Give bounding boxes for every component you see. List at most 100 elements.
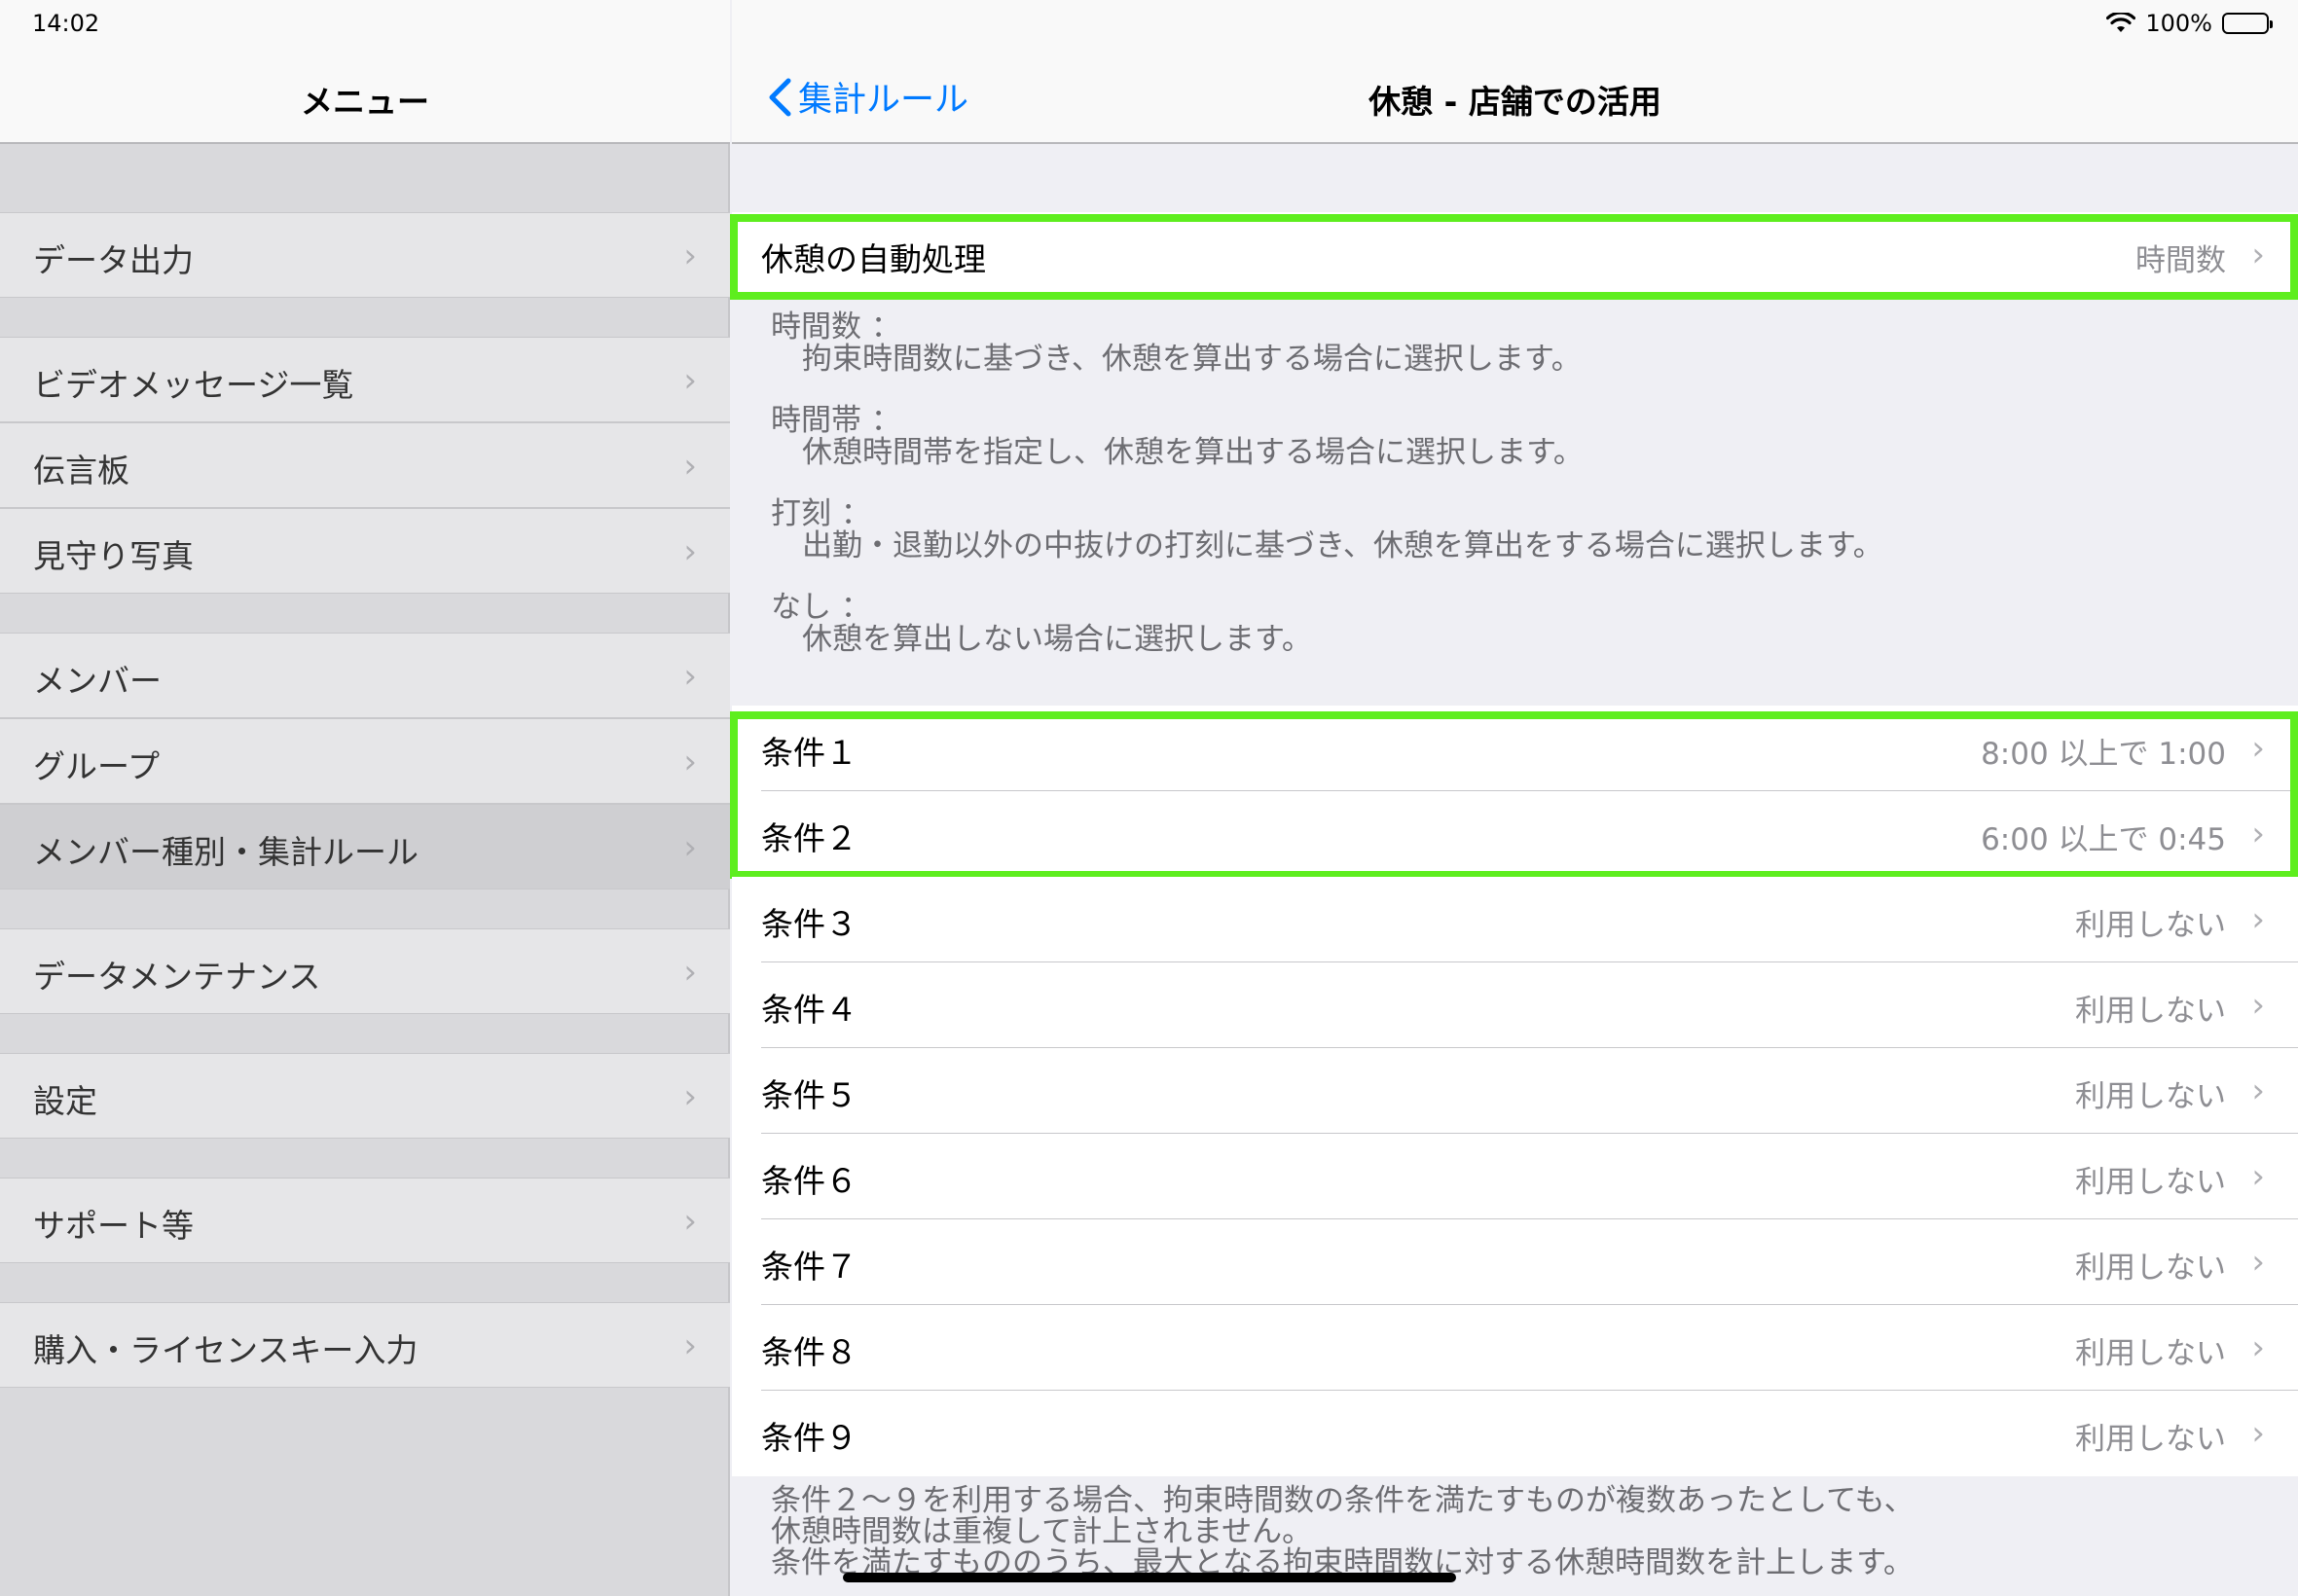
condition-row-5[interactable]: 条件５ 利用しない › <box>732 1048 2298 1134</box>
menu-item-label: 見守り写真 <box>33 537 194 575</box>
chevron-right-icon: › <box>683 657 697 696</box>
row-value: 利用しない <box>2075 994 2226 1029</box>
row-value: 時間数 <box>2135 243 2226 278</box>
menu-item-label: 伝言板 <box>33 452 129 490</box>
condition-row-6[interactable]: 条件６ 利用しない › <box>732 1134 2298 1219</box>
menu-item-support[interactable]: サポート等 › <box>0 1178 730 1263</box>
menu-item-label: 設定 <box>33 1082 97 1120</box>
wifi-icon <box>2106 13 2136 32</box>
chevron-right-icon: › <box>683 1202 697 1241</box>
description-body: 休憩時間帯を指定し、休憩を算出する場合に選択します。 <box>802 435 1584 470</box>
menu-item-label: データ出力 <box>33 241 194 279</box>
menu-item-label: グループ <box>33 747 161 785</box>
row-label: 休憩の自動処理 <box>761 240 986 278</box>
chevron-right-icon: › <box>2251 1414 2265 1453</box>
row-value: 6:00 以上で 0:45 <box>1981 822 2226 857</box>
chevron-right-icon: › <box>2251 815 2265 853</box>
chevron-right-icon: › <box>683 361 697 400</box>
detail-nav-bar: 集計ルール 休憩 - 店舗での活用 <box>732 0 2298 144</box>
description-timeslot: 時間帯 ： 休憩時間帯を指定し、休憩を算出する場合に選択します。 <box>771 405 1584 469</box>
chevron-right-icon: › <box>2251 900 2265 939</box>
master-nav-bar: メニュー <box>0 0 730 144</box>
description-heading: 打刻 ： <box>771 496 871 531</box>
chevron-right-icon: › <box>683 1326 697 1365</box>
row-value: 8:00 以上で 1:00 <box>1981 737 2226 772</box>
menu-item-message-board[interactable]: 伝言板 › <box>0 422 730 508</box>
row-label: 条件６ <box>761 1162 857 1200</box>
description-heading: 時間帯 ： <box>771 403 901 438</box>
row-label: 条件９ <box>761 1419 857 1457</box>
condition-row-3[interactable]: 条件３ 利用しない › <box>732 877 2298 962</box>
battery-percent: 100% <box>2145 10 2212 37</box>
status-time: 14:02 <box>32 10 100 37</box>
condition-row-4[interactable]: 条件４ 利用しない › <box>732 962 2298 1048</box>
footer-line: 条件２〜９を利用する場合、拘束時間数の条件を満たすものが複数あったとしても、 <box>771 1483 1915 1518</box>
chevron-right-icon: › <box>2251 236 2265 274</box>
battery-icon <box>2222 13 2273 34</box>
chevron-right-icon: › <box>683 1077 697 1116</box>
menu-item-label: メンバー種別・集計ルール <box>33 833 419 871</box>
description-heading: 時間数 ： <box>771 309 901 345</box>
row-label: 条件１ <box>761 734 857 772</box>
menu-item-label: ビデオメッセージ一覧 <box>33 366 354 404</box>
description-punch: 打刻 ： 出勤・退勤以外の中抜けの打刻に基づき、休憩を算出をする場合に選択します… <box>771 498 1883 562</box>
menu-item-label: サポート等 <box>33 1207 194 1245</box>
row-label: 条件２ <box>761 819 857 857</box>
chevron-right-icon: › <box>2251 729 2265 768</box>
home-indicator[interactable] <box>843 1573 1456 1582</box>
row-value: 利用しない <box>2075 908 2226 943</box>
condition-row-2[interactable]: 条件２ 6:00 以上で 0:45 › <box>732 791 2298 877</box>
row-value: 利用しない <box>2075 1251 2226 1286</box>
page-title: 休憩 - 店舗での活用 <box>1368 83 1661 121</box>
description-body: 出勤・退勤以外の中抜けの打刻に基づき、休憩を算出をする場合に選択します。 <box>802 528 1883 563</box>
condition-row-7[interactable]: 条件７ 利用しない › <box>732 1219 2298 1305</box>
chevron-right-icon: › <box>2251 1243 2265 1282</box>
description-body: 拘束時間数に基づき、休憩を算出する場合に選択します。 <box>802 342 1582 377</box>
chevron-right-icon: › <box>683 743 697 781</box>
chevron-right-icon: › <box>2251 1157 2265 1196</box>
condition-row-8[interactable]: 条件８ 利用しない › <box>732 1305 2298 1391</box>
description-none: なし ： 休憩を算出しない場合に選択します。 <box>771 592 1312 656</box>
row-value: 利用しない <box>2075 1165 2226 1200</box>
row-label: 条件５ <box>761 1076 857 1114</box>
menu-item-video-messages[interactable]: ビデオメッセージ一覧 › <box>0 337 730 422</box>
chevron-right-icon: › <box>2251 986 2265 1025</box>
menu-item-members[interactable]: メンバー › <box>0 633 730 718</box>
row-label: 条件７ <box>761 1248 857 1286</box>
menu-item-label: データメンテナンス <box>33 958 321 996</box>
menu-item-watch-photos[interactable]: 見守り写真 › <box>0 508 730 594</box>
chevron-right-icon: › <box>683 236 697 275</box>
detail-pane: 集計ルール 休憩 - 店舗での活用 休憩の自動処理 時間数 › 時間数 ： 拘束… <box>730 0 2298 1596</box>
menu-item-label: メンバー <box>33 662 162 700</box>
master-pane: メニュー データ出力 › ビデオメッセージ一覧 › 伝言板 › 見守り写真 › … <box>0 0 730 1596</box>
chevron-right-icon: › <box>2251 1071 2265 1110</box>
master-title: メニュー <box>301 83 429 121</box>
row-value: 利用しない <box>2075 1336 2226 1371</box>
menu-item-data-maintenance[interactable]: データメンテナンス › <box>0 928 730 1014</box>
auto-break-row[interactable]: 休憩の自動処理 時間数 › <box>732 212 2298 298</box>
chevron-right-icon: › <box>683 953 697 992</box>
chevron-right-icon: › <box>683 447 697 486</box>
menu-item-groups[interactable]: グループ › <box>0 718 730 804</box>
row-value: 利用しない <box>2075 1079 2226 1114</box>
condition-row-9[interactable]: 条件９ 利用しない › <box>732 1391 2298 1476</box>
chevron-right-icon: › <box>683 828 697 867</box>
description-heading: なし ： <box>771 590 871 625</box>
chevron-right-icon: › <box>2251 1328 2265 1367</box>
chevron-right-icon: › <box>683 532 697 571</box>
menu-item-data-export[interactable]: データ出力 › <box>0 212 730 298</box>
description-body: 休憩を算出しない場合に選択します。 <box>802 622 1312 657</box>
row-label: 条件３ <box>761 905 857 943</box>
footer-note: 条件２〜９を利用する場合、拘束時間数の条件を満たすものが複数あったとしても、 休… <box>771 1485 1915 1578</box>
menu-item-label: 購入・ライセンスキー入力 <box>33 1331 419 1369</box>
row-value: 利用しない <box>2075 1422 2226 1457</box>
status-indicators: 100% <box>2106 10 2273 37</box>
footer-line: 休憩時間数は重複して計上されません。 <box>771 1514 1313 1549</box>
menu-item-member-types-rules[interactable]: メンバー種別・集計ルール › <box>0 804 730 889</box>
description-hours: 時間数 ： 拘束時間数に基づき、休憩を算出する場合に選択します。 <box>771 311 1582 376</box>
menu-item-settings[interactable]: 設定 › <box>0 1053 730 1139</box>
row-label: 条件４ <box>761 991 857 1029</box>
menu-item-purchase-license[interactable]: 購入・ライセンスキー入力 › <box>0 1302 730 1388</box>
row-label: 条件８ <box>761 1333 857 1371</box>
condition-row-1[interactable]: 条件１ 8:00 以上で 1:00 › <box>732 706 2298 791</box>
